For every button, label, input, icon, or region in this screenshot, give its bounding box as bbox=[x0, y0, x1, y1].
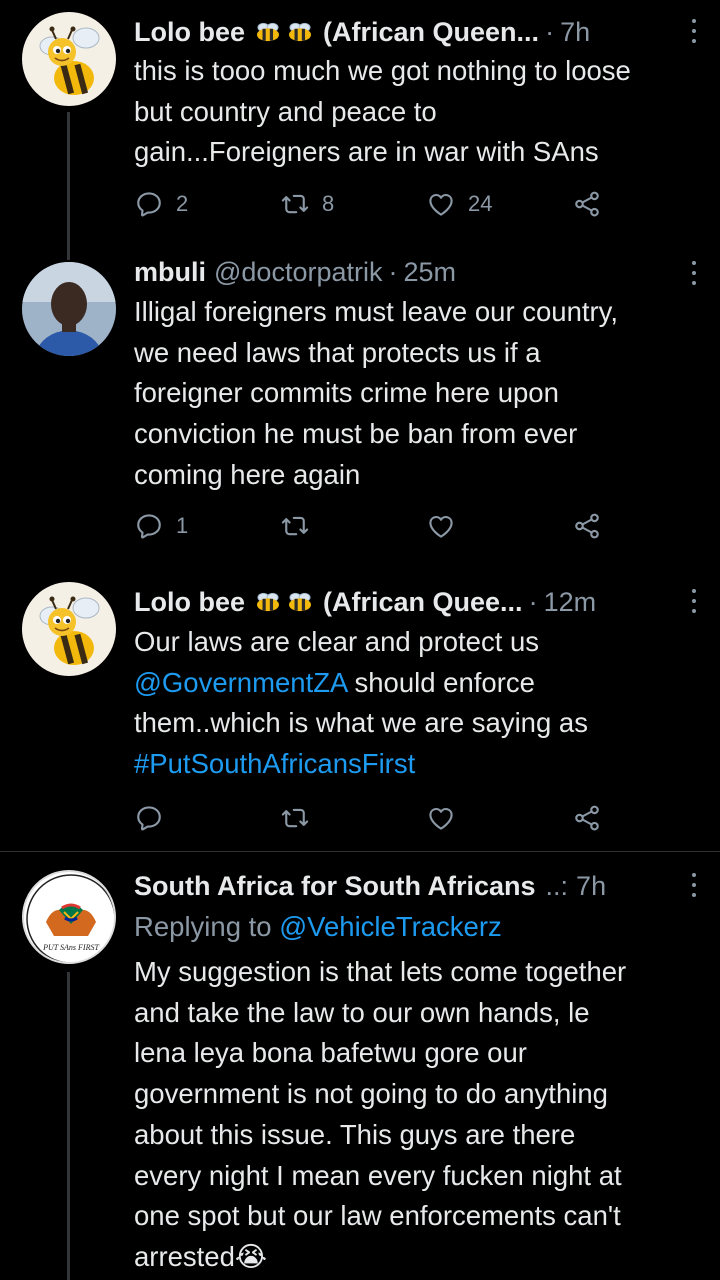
tweet-text-line: gain...Foreigners are in war with SAns bbox=[134, 136, 599, 168]
tweet[interactable]: PUT SAns FIRST South Africa for South Af… bbox=[0, 852, 720, 1280]
retweet-button[interactable] bbox=[280, 800, 310, 836]
display-name[interactable]: mbuli bbox=[134, 257, 206, 288]
tweet[interactable]: Lolo bee (African Queen... · 7h this is … bbox=[0, 0, 720, 260]
tweet-text-line: lena leya bona bafetwu gore our bbox=[134, 1037, 527, 1069]
avatar[interactable] bbox=[22, 582, 116, 676]
separator-dot: · bbox=[528, 586, 538, 617]
share-icon bbox=[572, 189, 602, 219]
timestamp[interactable]: 12m bbox=[544, 587, 597, 618]
crying-emoji-icon: 😭 bbox=[234, 1240, 268, 1272]
tweet-text-line: foreigner commits crime here upon bbox=[134, 377, 559, 409]
reply-button[interactable]: 1 bbox=[134, 508, 188, 544]
tweet-header: Lolo bee (African Quee... · 12m bbox=[134, 582, 710, 622]
share-button[interactable] bbox=[572, 800, 602, 836]
tweet-text-line: @GovernmentZA should enforce bbox=[134, 663, 704, 704]
like-button[interactable] bbox=[426, 508, 456, 544]
display-name-suffix[interactable]: (African Quee... bbox=[323, 587, 523, 618]
action-bar: 2 8 24 bbox=[134, 186, 614, 222]
tweet-text-line: one spot but our law enforcements can't bbox=[134, 1200, 621, 1232]
timestamp[interactable]: 7h bbox=[576, 871, 606, 902]
more-icon[interactable] bbox=[688, 586, 700, 616]
mention-link[interactable]: @GovernmentZA bbox=[134, 667, 347, 698]
tweet-text: Illigal foreigners must leave our countr… bbox=[134, 292, 704, 496]
tweet-text-line: Illigal foreigners must leave our countr… bbox=[134, 296, 619, 327]
display-name[interactable]: Lolo bee bbox=[134, 587, 245, 618]
tweet[interactable]: mbuli @doctorpatrik · 25m Illigal foreig… bbox=[0, 250, 720, 570]
tweet-text: Our laws are clear and protect us @Gover… bbox=[134, 622, 704, 785]
bee-emoji-icon bbox=[253, 21, 315, 43]
retweet-icon bbox=[280, 511, 310, 541]
tweet-text: this is tooo much we got nothing to loos… bbox=[134, 51, 704, 173]
reply-icon bbox=[134, 511, 164, 541]
tweet-text-line: arrested😭 bbox=[134, 1237, 704, 1278]
more-icon[interactable] bbox=[688, 258, 700, 288]
bee-emoji-icon bbox=[253, 591, 315, 613]
tweet-header: South Africa for South Africans ..: 7h bbox=[134, 866, 710, 906]
avatar[interactable]: PUT SAns FIRST bbox=[22, 870, 116, 964]
tweet-text-line: My suggestion is that lets come together bbox=[134, 956, 627, 987]
timestamp[interactable]: 7h bbox=[560, 17, 590, 48]
tweet-text-line: but country and peace to bbox=[134, 95, 437, 127]
like-icon bbox=[426, 189, 456, 219]
tweet-header: Lolo bee (African Queen... · 7h bbox=[134, 12, 710, 52]
display-name-suffix[interactable]: (African Queen... bbox=[323, 17, 539, 48]
reply-button[interactable]: 2 bbox=[134, 186, 188, 222]
reply-button[interactable] bbox=[134, 800, 164, 836]
tweet[interactable]: Lolo bee (African Quee... · 12m Our laws… bbox=[0, 582, 720, 850]
thread-line bbox=[67, 972, 70, 1280]
tweet-text-fragment: arrested bbox=[134, 1240, 235, 1272]
thread-line bbox=[67, 112, 70, 260]
tweet-text-line: government is not going to do anything bbox=[134, 1078, 608, 1110]
share-button[interactable] bbox=[572, 508, 602, 544]
user-handle[interactable]: @doctorpatrik bbox=[214, 257, 382, 288]
display-name-suffix[interactable]: ..: bbox=[546, 871, 569, 902]
like-icon bbox=[426, 803, 456, 833]
like-count: 24 bbox=[468, 191, 493, 216]
replying-to-label: Replying to bbox=[134, 911, 280, 942]
tweet-text-line: coming here again bbox=[134, 458, 361, 490]
reply-icon bbox=[134, 803, 164, 833]
like-button[interactable] bbox=[426, 800, 456, 836]
tweet-text-fragment: should enforce bbox=[346, 666, 535, 698]
action-bar bbox=[134, 800, 614, 836]
avatar-logo-text: PUT SAns FIRST bbox=[42, 943, 99, 952]
tweet-text-line: every night I mean every fucken night at bbox=[134, 1159, 622, 1191]
reply-icon bbox=[134, 189, 164, 219]
display-name[interactable]: Lolo bee bbox=[134, 17, 245, 48]
separator-dot: · bbox=[545, 16, 555, 47]
tweet-text-line: Our laws are clear and protect us bbox=[134, 626, 540, 657]
retweet-button[interactable] bbox=[280, 508, 310, 544]
separator-dot: · bbox=[388, 256, 398, 287]
tweet-text-line: them..which is what we are saying as bbox=[134, 707, 588, 739]
like-icon bbox=[426, 511, 456, 541]
more-icon[interactable] bbox=[688, 870, 700, 900]
retweet-icon bbox=[280, 189, 310, 219]
replying-to: Replying to @VehicleTrackerz bbox=[134, 907, 704, 948]
avatar[interactable] bbox=[22, 262, 116, 356]
timestamp[interactable]: 25m bbox=[403, 257, 456, 288]
tweet-text-line: about this issue. This guys are there bbox=[134, 1118, 576, 1150]
share-button[interactable] bbox=[572, 186, 602, 222]
tweet-text-line: and take the law to our own hands, le bbox=[134, 996, 590, 1028]
action-bar: 1 bbox=[134, 508, 614, 544]
tweet-text-line: we need laws that protects us if a bbox=[134, 336, 541, 368]
more-icon[interactable] bbox=[688, 16, 700, 46]
hashtag-link[interactable]: #PutSouthAfricansFirst bbox=[134, 748, 415, 779]
share-icon bbox=[572, 803, 602, 833]
reply-count: 1 bbox=[176, 513, 189, 538]
tweet-text-line: #PutSouthAfricansFirst bbox=[134, 744, 704, 785]
retweet-icon bbox=[280, 803, 310, 833]
retweet-button[interactable]: 8 bbox=[280, 186, 334, 222]
replying-to-link[interactable]: @VehicleTrackerz bbox=[279, 911, 502, 942]
like-button[interactable]: 24 bbox=[426, 186, 492, 222]
tweet-text-line: this is tooo much we got nothing to loos… bbox=[134, 55, 631, 86]
tweet-header: mbuli @doctorpatrik · 25m bbox=[134, 252, 710, 292]
share-icon bbox=[572, 511, 602, 541]
avatar[interactable] bbox=[22, 12, 116, 106]
reply-count: 2 bbox=[176, 191, 189, 216]
retweet-count: 8 bbox=[322, 191, 335, 216]
display-name[interactable]: South Africa for South Africans bbox=[134, 871, 536, 902]
tweet-text: My suggestion is that lets come together… bbox=[134, 952, 704, 1278]
tweet-text-line: conviction he must be ban from ever bbox=[134, 418, 578, 450]
